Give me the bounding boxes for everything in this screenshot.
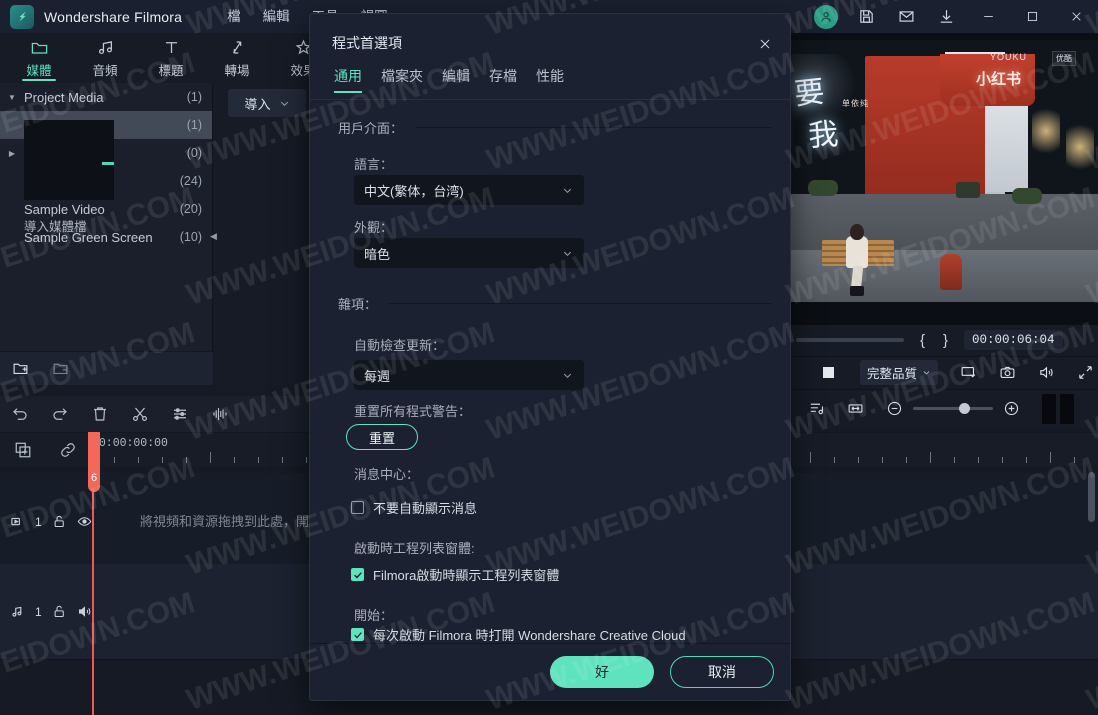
language-value: 中文(繁体，台湾)	[364, 183, 464, 199]
preferences-dialog: 程式首選項 通用 檔案夾 編輯 存檔 性能 用戶介面： 語言： 中文(繁体，台湾…	[309, 13, 791, 701]
open-creative-cloud-checkbox[interactable]	[351, 628, 364, 641]
appearance-value: 暗色	[364, 246, 391, 262]
cancel-button[interactable]: 取消	[670, 656, 774, 688]
language-select[interactable]: 中文(繁体，台湾)	[354, 175, 584, 205]
dialog-tab-folders[interactable]: 檔案夾	[381, 66, 423, 93]
section-title: 雜項：	[338, 297, 378, 312]
check-icon	[353, 571, 362, 578]
dialog-title: 程式首選項	[332, 35, 402, 51]
dialog-tab-divider	[310, 99, 790, 100]
playhead-handle[interactable]: 6	[88, 432, 100, 492]
reset-button[interactable]: 重置	[346, 424, 418, 450]
ok-button[interactable]: 好	[550, 656, 654, 688]
chevron-down-icon	[563, 188, 572, 193]
startup-list-label: 啟動時工程列表窗體:	[354, 541, 475, 556]
section-rule	[415, 127, 772, 128]
section-rule	[389, 303, 772, 304]
chevron-down-icon	[563, 373, 572, 378]
open-creative-cloud-label: 每次啟動 Filmora 時打開 Wondershare Creative Cl…	[373, 628, 686, 643]
show-project-list-label: Filmora啟動時顯示工程列表窗體	[373, 568, 560, 583]
dialog-tab-bar: 通用 檔案夾 編輯 存檔 性能	[334, 66, 564, 93]
close-icon[interactable]	[754, 33, 776, 55]
dialog-tab-performance[interactable]: 性能	[536, 66, 564, 93]
dialog-footer-divider	[310, 643, 790, 644]
dialog-tab-save[interactable]: 存檔	[489, 66, 517, 93]
dialog-tab-general[interactable]: 通用	[334, 66, 362, 93]
chevron-down-icon	[563, 251, 572, 256]
show-project-list-checkbox[interactable]	[351, 568, 364, 581]
section-misc: 雜項：	[338, 294, 772, 313]
appearance-label: 外觀：	[354, 220, 394, 235]
section-user-interface: 用戶介面：	[338, 118, 772, 137]
auto-update-select[interactable]: 每週	[354, 360, 584, 390]
show-project-list-row[interactable]: Filmora啟動時顯示工程列表窗體	[351, 565, 559, 584]
language-label: 語言：	[354, 157, 394, 172]
dialog-tab-edit[interactable]: 編輯	[442, 66, 470, 93]
message-center-label: 消息中心：	[354, 467, 420, 482]
appearance-select[interactable]: 暗色	[354, 238, 584, 268]
auto-update-label: 自動檢查更新：	[354, 338, 446, 353]
open-creative-cloud-row[interactable]: 每次啟動 Filmora 時打開 Wondershare Creative Cl…	[351, 625, 686, 644]
no-auto-message-row[interactable]: 不要自動顯示消息	[351, 498, 477, 517]
check-icon	[353, 631, 362, 638]
reset-warnings-label: 重置所有程式警告：	[354, 404, 472, 419]
no-auto-message-checkbox[interactable]	[351, 501, 364, 514]
section-title: 用戶介面：	[338, 121, 404, 136]
start-label: 開始：	[354, 608, 394, 623]
modal-overlay: 程式首選項 通用 檔案夾 編輯 存檔 性能 用戶介面： 語言： 中文(繁体，台湾…	[0, 0, 1098, 715]
auto-update-value: 每週	[364, 368, 391, 384]
no-auto-message-label: 不要自動顯示消息	[373, 501, 478, 516]
